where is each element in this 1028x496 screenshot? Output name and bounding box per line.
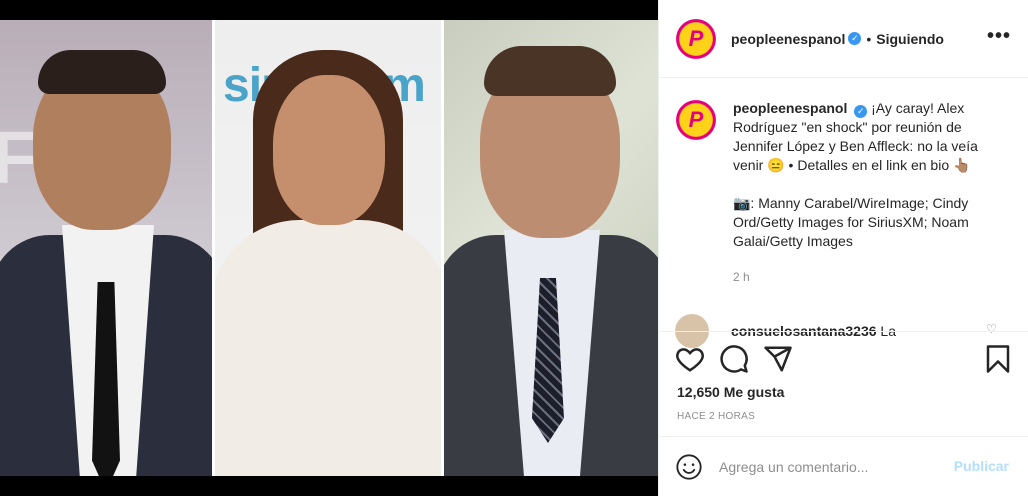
- publish-button[interactable]: Publicar: [954, 458, 1009, 474]
- comment-composer: Publicar: [659, 437, 1028, 496]
- post-actions: 12,650 Me gusta HACE 2 HORAS: [659, 331, 1028, 437]
- caption-row: P peopleenespanol ✓ ¡Ay caray! Alex Rodr…: [675, 99, 1013, 287]
- comment-input[interactable]: [719, 458, 941, 475]
- verified-badge-icon: ✓: [848, 32, 862, 45]
- photo-panel-jennifer-lopez: sirius xm: [215, 20, 441, 476]
- avatar-logo-letter: P: [688, 107, 704, 132]
- comment-bubble-icon[interactable]: [719, 344, 749, 374]
- caption-body: peopleenespanol ✓ ¡Ay caray! Alex Rodríg…: [733, 99, 1003, 287]
- header-separator: •: [866, 30, 872, 47]
- like-heart-icon[interactable]: [675, 344, 705, 374]
- post-sidebar: P peopleenespanol ✓ • Siguiendo ••• P pe…: [658, 0, 1028, 496]
- caption-section: P peopleenespanol ✓ ¡Ay caray! Alex Rodr…: [659, 79, 1028, 331]
- photo-panel-alex-rodriguez: FOX: [0, 20, 213, 476]
- share-paper-plane-icon[interactable]: [763, 344, 793, 374]
- hair: [38, 50, 166, 94]
- profile-avatar[interactable]: P: [675, 17, 717, 60]
- posted-time[interactable]: HACE 2 HORAS: [677, 411, 755, 422]
- caption-avatar[interactable]: P: [675, 99, 717, 141]
- photo-panel-ben-affleck: [443, 20, 658, 476]
- post-photo-area: FOX sirius xm: [0, 0, 658, 496]
- emoji-smiley-icon[interactable]: [675, 453, 703, 481]
- post-header: P peopleenespanol ✓ • Siguiendo •••: [659, 0, 1028, 78]
- avatar-logo-letter: P: [688, 25, 704, 51]
- caption-text-block: peopleenespanol ✓ ¡Ay caray! Alex Rodríg…: [733, 99, 1003, 175]
- more-options-icon[interactable]: •••: [987, 26, 1011, 46]
- likes-count[interactable]: 12,650 Me gusta: [677, 384, 784, 400]
- white-turtleneck: [215, 220, 441, 476]
- face: [273, 75, 386, 225]
- post-image-collage[interactable]: FOX sirius xm: [0, 20, 658, 476]
- photo-credit: 📷: Manny Carabel/WireImage; Cindy Ord/Ge…: [733, 195, 969, 249]
- following-button[interactable]: Siguiendo: [876, 31, 944, 47]
- caption-username[interactable]: peopleenespanol: [733, 100, 847, 116]
- header-username[interactable]: peopleenespanol: [731, 31, 845, 47]
- caption-timestamp[interactable]: 2 h: [733, 268, 1003, 287]
- hair: [483, 46, 616, 96]
- save-bookmark-icon[interactable]: [983, 344, 1013, 374]
- verified-badge-icon: ✓: [854, 105, 868, 118]
